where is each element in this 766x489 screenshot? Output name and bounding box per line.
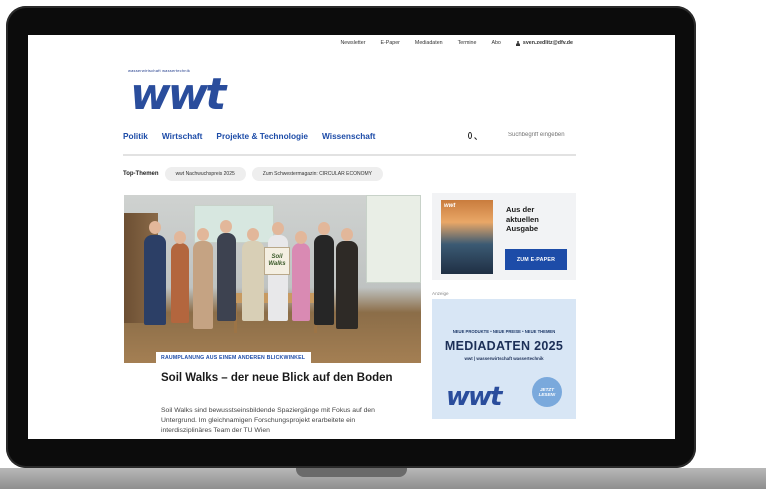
topnav-abo[interactable]: Abo: [491, 40, 500, 46]
ad-logo-icon: wwt: [446, 383, 506, 409]
article-hero-image[interactable]: Soil Walks: [124, 195, 421, 363]
ad-title: MEDIADATEN 2025: [444, 339, 564, 353]
theme-pill-nachwuchspreis[interactable]: wwt Nachwuchspreis 2025: [164, 167, 246, 181]
user-icon: [516, 40, 521, 46]
ad-subtitle: wwt | wasserwirtschaft wassertechnik: [464, 356, 544, 361]
logo-wordmark-icon: wwt: [130, 73, 231, 115]
person: [292, 243, 310, 321]
ad-read-now-badge[interactable]: JETZT LESEN!: [532, 377, 562, 407]
svg-text:wwt: wwt: [446, 383, 504, 409]
article-kicker: RAUMPLANUNG AUS EINEM ANDEREN BLICKWINKE…: [156, 352, 312, 363]
article-teaser: Soil Walks sind bewusstseinsbildende Spa…: [161, 407, 375, 434]
topnav-termine[interactable]: Termine: [458, 40, 477, 46]
ad-top-line: NEUE PRODUKTE • NEUE PREISE • NEUE THEME…: [452, 329, 556, 334]
site-logo[interactable]: wasserwirtschaft wassertechnik wwt: [128, 68, 258, 116]
person: [193, 241, 213, 329]
top-themes: Top-Themen wwt Nachwuchspreis 2025 Zum S…: [123, 167, 383, 181]
person: [171, 243, 189, 323]
article-headline[interactable]: Soil Walks – der neue Blick auf den Bode…: [161, 370, 401, 386]
topnav-epaper[interactable]: E-Paper: [380, 40, 399, 46]
laptop-notch: [296, 468, 407, 477]
top-themes-label: Top-Themen: [123, 171, 159, 177]
main-navigation: Politik Wirtschaft Projekte & Technologi…: [123, 131, 375, 141]
user-account-link[interactable]: sven.zedlitz@dfv.de: [516, 40, 573, 46]
nav-politik[interactable]: Politik: [123, 131, 148, 141]
nav-divider: [123, 154, 576, 156]
search-bar: [468, 129, 576, 141]
magazine-cover[interactable]: wwt: [441, 200, 493, 274]
topnav-newsletter[interactable]: Newsletter: [340, 40, 365, 46]
person: [217, 233, 236, 321]
mediadaten-ad-banner[interactable]: NEUE PRODUKTE • NEUE PREISE • NEUE THEME…: [432, 299, 576, 419]
user-email: sven.zedlitz@dfv.de: [522, 40, 573, 46]
theme-pill-circular-economy[interactable]: Zum Schwestermagazin: CIRCULAR ECONOMY: [251, 167, 383, 181]
soil-walks-sign: Soil Walks: [264, 247, 290, 275]
person: [242, 241, 264, 321]
wall-poster: [366, 195, 421, 283]
svg-text:wwt: wwt: [130, 73, 228, 115]
search-icon[interactable]: [468, 131, 472, 139]
person: [144, 235, 166, 325]
top-navigation: Newsletter E-Paper Mediadaten Termine Ab…: [340, 40, 573, 46]
current-issue-box: wwt Aus der aktuellen Ausgabe ZUM E-PAPE…: [432, 193, 576, 280]
laptop-mockup: Newsletter E-Paper Mediadaten Termine Ab…: [0, 0, 766, 489]
cover-title: wwt: [444, 203, 456, 209]
search-input[interactable]: [508, 132, 576, 138]
current-issue-text: Aus der aktuellen Ausgabe: [506, 205, 539, 233]
browser-viewport: Newsletter E-Paper Mediadaten Termine Ab…: [28, 35, 675, 439]
topnav-mediadaten[interactable]: Mediadaten: [415, 40, 443, 46]
epaper-button[interactable]: ZUM E-PAPER: [505, 249, 567, 270]
person: [314, 235, 334, 325]
person: [336, 241, 358, 329]
nav-projekte-technologie[interactable]: Projekte & Technologie: [216, 131, 308, 141]
ad-label: Anzeige: [432, 291, 449, 296]
nav-wirtschaft[interactable]: Wirtschaft: [162, 131, 203, 141]
nav-wissenschaft[interactable]: Wissenschaft: [322, 131, 375, 141]
